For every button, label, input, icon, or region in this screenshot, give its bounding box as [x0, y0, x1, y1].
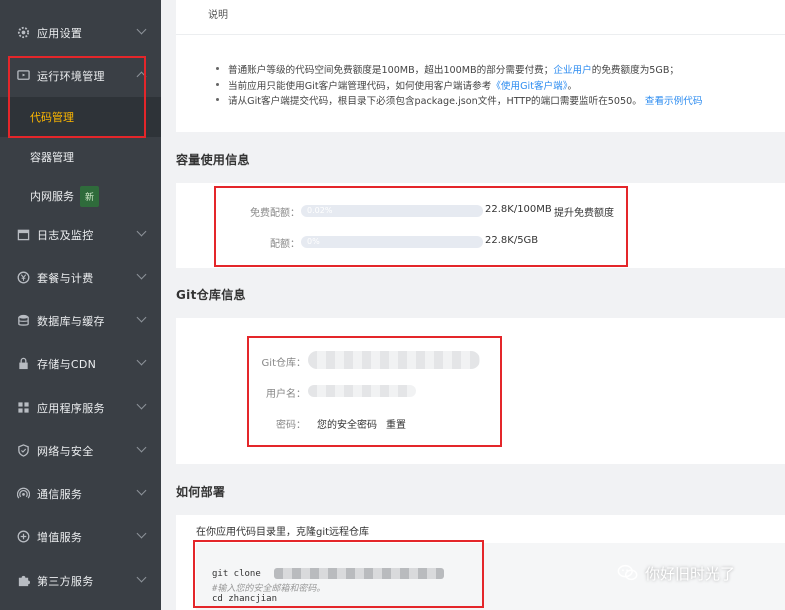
- new-badge: 新: [80, 185, 100, 207]
- code-line-clone: git clone: [212, 569, 261, 579]
- main-content: 说明 普通账户等级的代码空间免费额度是100MB，超出100MB的部分需要付费；…: [161, 0, 785, 610]
- description-line: 当前应用只能使用Git客户端管理代码，如何使用客户端请参考《使用Git客户端》。: [215, 78, 578, 92]
- reset-password-link[interactable]: 重置: [386, 416, 406, 431]
- sidebar-item-storage[interactable]: 存储与CDN: [0, 342, 161, 385]
- sidebar-subitem-label: 代码管理: [30, 111, 74, 124]
- sidebar-item-third-party[interactable]: 第三方服务: [0, 559, 161, 602]
- git-repo-label: Git仓库：: [261, 358, 306, 369]
- chevron-down-icon: [136, 226, 147, 237]
- chevron-down-icon: [136, 269, 147, 280]
- password-label: 密码：: [276, 420, 306, 431]
- description-text: 的免费额度为5GB；: [591, 65, 680, 76]
- sidebar-item-value-added[interactable]: 增值服务: [0, 515, 161, 558]
- git-repo-url-redacted: [308, 351, 480, 369]
- code-line-cd: cd zhancjian: [212, 594, 278, 604]
- sidebar-subitem-code[interactable]: 代码管理: [0, 97, 161, 137]
- chevron-down-icon: [136, 399, 147, 410]
- watermark-text: 你好旧时光了: [645, 564, 736, 583]
- chevron-down-icon: [136, 528, 147, 539]
- sidebar-item-label: 日志及监控: [37, 228, 94, 242]
- deploy-instruction: 在你应用代码目录里，克隆git远程仓库: [196, 527, 370, 538]
- quota-value: 22.8K/5GB: [485, 235, 539, 246]
- free-quota-label: 免费配额：: [250, 208, 300, 219]
- free-quota-progress-bar: 0.02%: [301, 205, 483, 217]
- chevron-down-icon: [136, 572, 147, 583]
- username-label: 用户名：: [266, 389, 306, 400]
- free-quota-value: 22.8K/100MB: [485, 204, 552, 215]
- sidebar-subitem-label: 容器管理: [30, 151, 74, 164]
- deploy-section-title: 如何部署: [176, 485, 226, 499]
- monitor-icon: [16, 69, 30, 83]
- free-quota-percent: 0.02%: [307, 206, 333, 215]
- gear-icon: [16, 26, 30, 40]
- clone-url-redacted: [274, 568, 444, 579]
- increase-free-quota-link[interactable]: 提升免费额度: [554, 204, 614, 219]
- sidebar-item-label: 增值服务: [37, 530, 83, 544]
- username-redacted: [308, 385, 416, 397]
- sidebar-item-label: 套餐与计费: [37, 271, 94, 285]
- sidebar-item-label: 第三方服务: [37, 574, 94, 588]
- chevron-down-icon: [136, 485, 147, 496]
- sidebar-item-billing[interactable]: 套餐与计费: [0, 256, 161, 299]
- sidebar-subitem-intranet[interactable]: 内网服务 新: [0, 176, 161, 216]
- sidebar-item-label: 存储与CDN: [37, 357, 97, 371]
- git-card: Git仓库： 用户名： 密码： 您的安全密码 重置: [176, 318, 785, 464]
- sidebar-item-label: 应用设置: [37, 26, 83, 40]
- enterprise-user-link[interactable]: 企业用户: [553, 65, 591, 76]
- database-icon: [16, 314, 30, 328]
- puzzle-icon: [16, 574, 30, 588]
- sidebar-item-logs[interactable]: 日志及监控: [0, 213, 161, 256]
- chevron-down-icon: [136, 312, 147, 323]
- sidebar-item-runtime[interactable]: 运行环境管理: [0, 54, 161, 97]
- sidebar-item-label: 网络与安全: [37, 444, 94, 458]
- description-text: 请从Git客户端提交代码，根目录下必须包含package.json文件，HTTP…: [228, 96, 642, 107]
- sidebar-item-communication[interactable]: 通信服务: [0, 472, 161, 515]
- sidebar-item-label: 应用程序服务: [37, 401, 105, 415]
- git-client-guide-link[interactable]: 《使用Git客户端》: [491, 81, 567, 92]
- sidebar-item-app-services[interactable]: 应用程序服务: [0, 386, 161, 429]
- watermark: 你好旧时光了: [617, 562, 735, 584]
- sidebar-subitem-container[interactable]: 容器管理: [0, 137, 161, 177]
- password-value: 您的安全密码: [317, 420, 377, 431]
- divider: [176, 34, 785, 35]
- sidebar-item-label: 运行环境管理: [37, 69, 105, 83]
- sidebar-item-network[interactable]: 网络与安全: [0, 429, 161, 472]
- view-sample-code-link[interactable]: 查看示例代码: [645, 96, 703, 107]
- sidebar-subitem-label: 内网服务: [30, 190, 74, 203]
- chevron-up-icon: [136, 71, 147, 82]
- sidebar-item-label: 数据库与缓存: [37, 314, 105, 328]
- description-line: 请从Git客户端提交代码，根目录下必须包含package.json文件，HTTP…: [215, 93, 703, 107]
- description-label: 说明: [208, 10, 228, 21]
- signal-icon: [16, 487, 30, 501]
- quota-progress-bar: 0%: [301, 236, 483, 248]
- sidebar-item-app-settings[interactable]: 应用设置: [0, 11, 161, 54]
- wechat-icon: [617, 564, 638, 581]
- yen-icon: [16, 271, 30, 285]
- git-section-title: Git仓库信息: [176, 288, 246, 302]
- calendar-icon: [16, 228, 30, 242]
- sidebar: 应用设置 运行环境管理 代码管理 容器管理 内网服务 新 日志及监控 套餐与计费: [0, 0, 161, 610]
- sliders-icon: [16, 530, 30, 544]
- description-text: 。: [567, 81, 578, 92]
- shield-icon: [16, 444, 30, 458]
- capacity-card: 免费配额： 0.02% 22.8K/100MB 提升免费额度 配额： 0% 22…: [176, 183, 785, 268]
- description-text: 当前应用只能使用Git客户端管理代码，如何使用客户端请参考: [228, 81, 492, 92]
- capacity-section-title: 容量使用信息: [176, 153, 250, 167]
- code-line-comment: #输入您的安全邮箱和密码。: [212, 584, 326, 594]
- chevron-down-icon: [136, 355, 147, 366]
- description-line: 普通账户等级的代码空间免费额度是100MB，超出100MB的部分需要付费；企业用…: [215, 62, 680, 76]
- description-text: 普通账户等级的代码空间免费额度是100MB，超出100MB的部分需要付费；: [228, 65, 554, 76]
- sidebar-item-label: 通信服务: [37, 487, 83, 501]
- chevron-down-icon: [136, 24, 147, 35]
- chevron-down-icon: [136, 442, 147, 453]
- description-card: 说明 普通账户等级的代码空间免费额度是100MB，超出100MB的部分需要付费；…: [176, 0, 785, 132]
- lock-icon: [16, 357, 30, 371]
- sidebar-item-database[interactable]: 数据库与缓存: [0, 299, 161, 342]
- quota-label: 配额：: [270, 239, 300, 250]
- grid-icon: [16, 401, 30, 415]
- quota-percent: 0%: [307, 237, 320, 246]
